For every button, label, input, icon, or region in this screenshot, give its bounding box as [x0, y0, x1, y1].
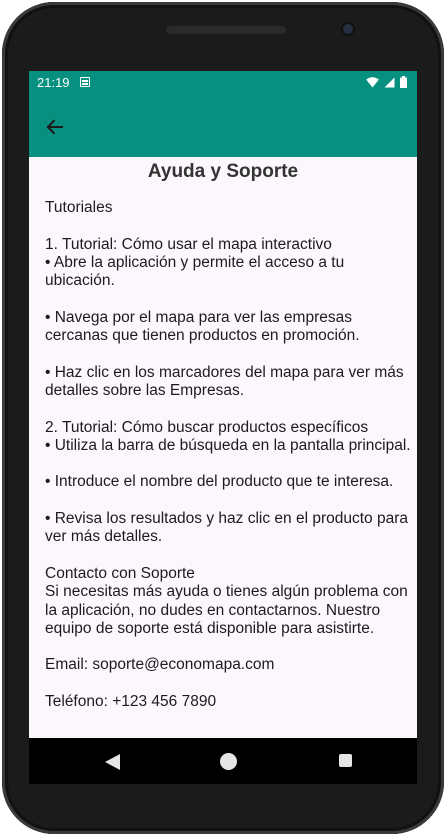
nav-back-icon[interactable]: [105, 754, 120, 770]
phone-speaker: [166, 26, 286, 34]
navigation-bar: [29, 738, 417, 784]
phone-camera: [343, 24, 353, 34]
battery-icon: [400, 76, 407, 88]
status-bar: 21:19: [29, 71, 417, 95]
page-title: Ayuda y Soporte: [147, 161, 299, 182]
status-time: 21:19: [37, 75, 70, 90]
nav-home-icon[interactable]: [220, 753, 237, 770]
notification-icon: [80, 77, 90, 87]
arrow-back-icon: [46, 119, 63, 135]
cellular-signal-icon: [384, 77, 395, 87]
app-bar: [29, 95, 417, 157]
help-content[interactable]: Ayuda y Soporte Tutoriales 1. Tutorial: …: [29, 157, 417, 738]
back-button[interactable]: [39, 111, 71, 143]
screen: 21:19 Ayuda y Soporte Tutoriales 1. Tuto…: [29, 71, 417, 784]
wifi-icon: [366, 76, 379, 87]
status-icons: [366, 76, 407, 88]
nav-recents-icon[interactable]: [339, 754, 352, 767]
phone-frame: 21:19 Ayuda y Soporte Tutoriales 1. Tuto…: [2, 2, 444, 834]
help-body-text: Tutoriales 1. Tutorial: Cómo usar el map…: [45, 199, 411, 711]
